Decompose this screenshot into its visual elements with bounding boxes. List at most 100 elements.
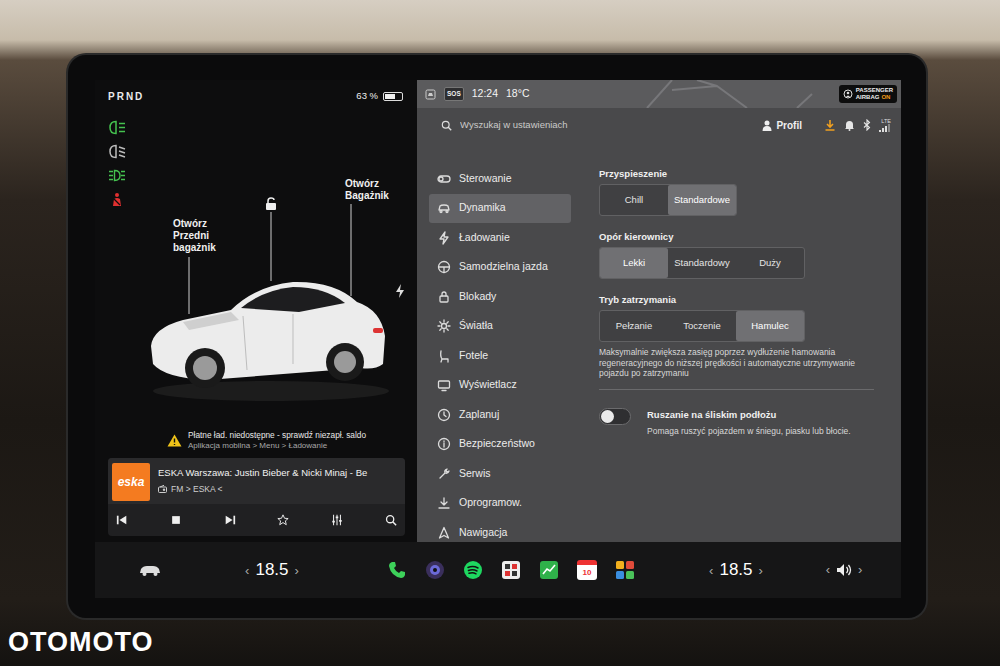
signal-icon [879, 124, 891, 132]
charge-port-icon[interactable] [395, 284, 405, 298]
menu-item[interactable]: Zaplanuj [429, 400, 571, 430]
volume-down[interactable]: ‹ [826, 560, 830, 580]
media-controls [108, 504, 405, 536]
climate-control[interactable]: ‹ 18.5 › [691, 557, 781, 583]
search-icon[interactable] [441, 120, 452, 131]
media-source[interactable]: FM > ESKA < [158, 483, 367, 496]
car-area: Otwórz Przedni bagażnik Otwórz Bagażnik [129, 106, 407, 425]
menu-item[interactable]: Bezpieczeństwo [429, 430, 571, 460]
segment-option[interactable]: Lekki [600, 248, 668, 278]
menu-item[interactable]: Serwis [429, 459, 571, 489]
calendar-app[interactable]: 10 [577, 560, 597, 580]
rear-trunk-button[interactable]: Otwórz Bagażnik [345, 178, 397, 202]
alert-text: Płatne ład. niedostępne - sprawdź niezap… [188, 430, 366, 451]
bluetooth-icon[interactable] [863, 119, 871, 131]
menu-label[interactable]: Fotele [459, 348, 488, 364]
favorite-icon[interactable] [277, 514, 289, 526]
front-trunk-button[interactable]: Otwórz Przedni bagażnik [173, 218, 225, 254]
airbag-icon [843, 89, 853, 99]
setting-title: Opór kierownicy [599, 231, 901, 243]
menu-item[interactable]: Oprogramow. [429, 489, 571, 519]
menu-item[interactable]: Fotele [429, 341, 571, 371]
radio-icon [158, 485, 167, 493]
menu-item[interactable]: Blokady [429, 282, 571, 312]
menu-item[interactable]: Światła [429, 312, 571, 342]
setting-description: Maksymalnie zwiększa zasięg poprzez wydł… [599, 347, 874, 379]
segment-option[interactable]: Toczenie [668, 311, 736, 341]
menu-label[interactable]: Nawigacja [459, 525, 507, 541]
car-panel: PRND63 % Otwórz Przedni bagażnikOtwórz B… [95, 80, 417, 542]
menu-label[interactable]: Bezpieczeństwo [459, 436, 535, 452]
menu-item[interactable]: Samodzielna jazda [429, 253, 571, 283]
menu-label[interactable]: Blokady [459, 289, 496, 305]
climate-control[interactable]: ‹18.5› [227, 557, 317, 583]
spotify-icon[interactable] [463, 560, 483, 580]
segment-option[interactable]: Standardowy [668, 248, 736, 278]
temperature-down[interactable]: ‹ [709, 561, 713, 581]
station-logo: eska [112, 463, 150, 501]
profile-label[interactable]: Profil [776, 118, 802, 133]
stop-icon[interactable] [170, 514, 182, 526]
download-icon [437, 496, 451, 510]
side-lights-icon[interactable] [105, 168, 129, 183]
menu-label[interactable]: Ładowanie [459, 230, 510, 246]
menu-label[interactable]: Wyświetlacz [459, 377, 517, 393]
menu-label[interactable]: Światła [459, 318, 493, 334]
slippery-start-switch[interactable] [599, 408, 631, 425]
menu-label[interactable]: Dynamika [459, 200, 506, 216]
temperature-up[interactable]: › [295, 561, 299, 581]
car-view: Otwórz Przedni bagażnik Otwórz Bagażnik [105, 106, 407, 425]
temperature-up[interactable]: › [759, 561, 763, 581]
segment-option[interactable]: Pełzanie [600, 311, 668, 341]
segment-option[interactable]: Duży [736, 248, 804, 278]
menu-label[interactable]: Zaplanuj [459, 407, 499, 423]
segment-option[interactable]: Chill [600, 185, 668, 215]
menu-item[interactable]: Nawigacja [429, 518, 571, 542]
volume-control[interactable]: ‹› [816, 560, 872, 580]
media-player: eskaESKA Warszawa: Justin Bieber & Nicki… [108, 458, 405, 536]
menu-item[interactable]: Ładowanie [429, 223, 571, 253]
temperature-value: 18.5 [719, 557, 752, 583]
menu-item[interactable]: Sterowanie [429, 164, 571, 194]
search-icon[interactable] [385, 514, 397, 526]
equalizer-icon[interactable] [331, 514, 343, 526]
segment-option[interactable]: Hamulec [736, 311, 804, 341]
menu-item[interactable]: Dynamika [429, 194, 571, 224]
download-icon[interactable] [824, 119, 836, 131]
person-icon [762, 120, 772, 131]
camera-icon[interactable] [425, 560, 445, 580]
low-beam-icon[interactable] [105, 144, 129, 159]
sos-button[interactable]: SOS [444, 87, 464, 101]
energy-chart-icon[interactable] [539, 560, 559, 580]
temperature-down[interactable]: ‹ [245, 561, 249, 581]
headlight-icon[interactable] [105, 120, 129, 135]
previous-icon[interactable] [116, 514, 128, 526]
volume-up[interactable]: › [858, 560, 862, 580]
unlock-icon[interactable] [265, 197, 277, 211]
phone-key-icon[interactable] [425, 89, 436, 100]
divider [599, 389, 874, 390]
seatbelt-icon [105, 192, 129, 207]
bell-icon[interactable] [844, 119, 855, 131]
menu-label[interactable]: Sterowanie [459, 171, 512, 187]
segment-option[interactable]: Standardowe [668, 185, 736, 215]
menu-item[interactable]: Wyświetlacz [429, 371, 571, 401]
phone-icon[interactable] [387, 560, 407, 580]
segmented-control: LekkiStandardowyDuży [599, 247, 805, 279]
settings-search-field[interactable] [460, 118, 754, 132]
menu-label[interactable]: Oprogramow. [459, 495, 522, 511]
media-text: ESKA Warszawa: Justin Bieber & Nicki Min… [158, 463, 367, 496]
wrench-icon [437, 467, 451, 481]
arcade-icon[interactable] [615, 560, 635, 580]
car-icon[interactable] [138, 563, 162, 577]
source-label[interactable]: FM > ESKA < [171, 483, 223, 496]
car-icon[interactable] [143, 246, 393, 406]
menu-label[interactable]: Samodzielna jazda [459, 259, 548, 275]
menu-label[interactable]: Serwis [459, 466, 491, 482]
next-icon[interactable] [224, 514, 236, 526]
toybox-icon[interactable] [501, 560, 521, 580]
screen-bezel: PRND63 % Otwórz Przedni bagażnikOtwórz B… [68, 55, 926, 618]
switch-knob [601, 410, 614, 423]
gear-selector[interactable]: PRND [105, 89, 144, 104]
profile-button[interactable]: Profil [762, 118, 802, 133]
